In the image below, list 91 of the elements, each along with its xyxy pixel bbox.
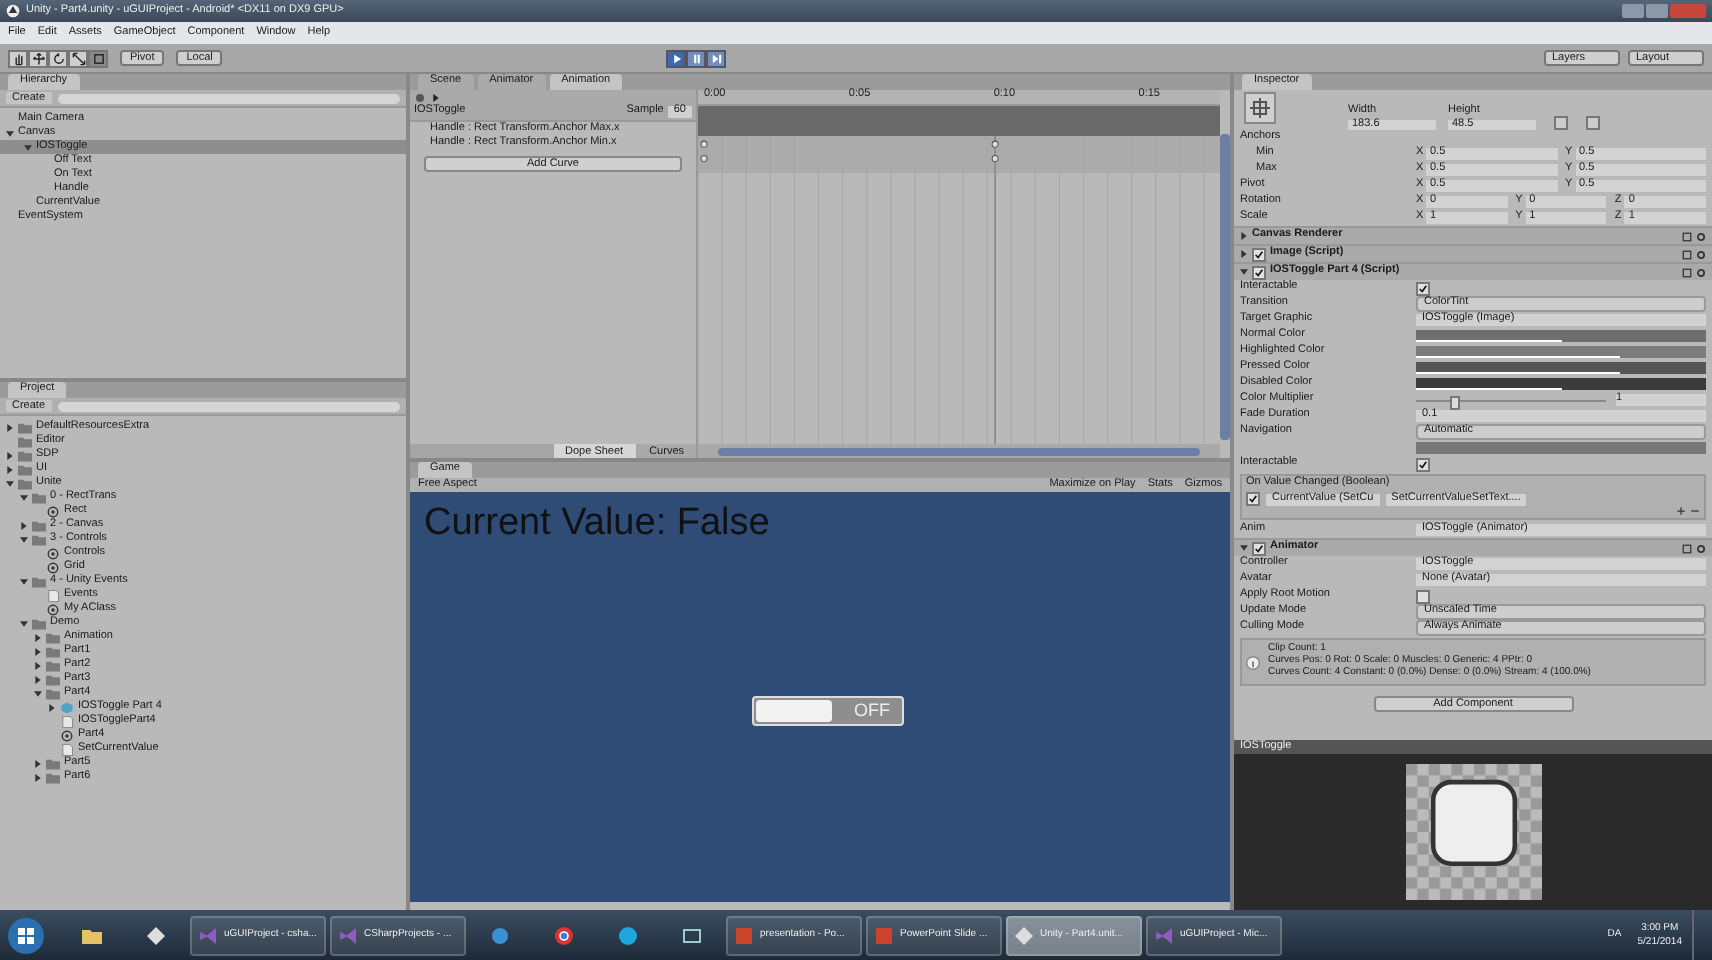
blueprint-button[interactable] [1554, 116, 1568, 130]
checkbox[interactable] [1416, 281, 1430, 295]
app-icon [874, 925, 894, 945]
app-icon [1154, 925, 1174, 945]
current-value-text: Current Value: False [422, 500, 772, 542]
app-icon [146, 925, 166, 945]
minus-icon[interactable] [1690, 506, 1700, 516]
scale-icon [71, 51, 85, 65]
document-icon [60, 715, 74, 727]
disclosure-triangle-icon[interactable] [6, 465, 14, 473]
hand-tool-button[interactable] [8, 49, 28, 67]
disclosure-triangle-icon[interactable] [20, 493, 28, 501]
info-icon [1246, 655, 1260, 669]
disclosure-triangle-icon[interactable] [6, 451, 14, 459]
cube-icon [60, 701, 74, 713]
checkbox[interactable] [1416, 589, 1430, 603]
color-swatch[interactable] [1416, 330, 1706, 342]
disclosure-triangle-icon[interactable] [1240, 268, 1248, 276]
play-button[interactable] [666, 49, 687, 67]
vertical-scrollbar[interactable] [1220, 134, 1230, 440]
component-checkbox[interactable] [1252, 247, 1266, 261]
color-swatch[interactable] [1416, 378, 1706, 390]
search-field[interactable] [57, 93, 400, 103]
move-icon [31, 51, 45, 65]
anchor-preset-icon[interactable] [1244, 92, 1276, 124]
disclosure-triangle-icon[interactable] [34, 675, 42, 683]
disclosure-triangle-icon[interactable] [34, 689, 42, 697]
play-icon [669, 51, 684, 65]
start-button[interactable] [6, 915, 46, 955]
rotate-icon [51, 51, 65, 65]
scale-tool-button[interactable] [68, 49, 88, 67]
pause-icon [689, 51, 704, 65]
rect-tool-button[interactable] [88, 49, 108, 67]
checkbox[interactable] [1246, 492, 1260, 506]
checkmark-icon [1418, 283, 1428, 293]
search-field[interactable] [57, 401, 400, 411]
rotate-tool-button[interactable] [48, 49, 68, 67]
raw-edit-button[interactable] [1586, 116, 1600, 130]
record-icon[interactable] [416, 93, 424, 101]
scene-icon [46, 603, 60, 615]
folder-icon [82, 925, 102, 945]
hand-icon [11, 51, 25, 65]
disclosure-triangle-icon[interactable] [6, 423, 14, 431]
step-button[interactable] [706, 49, 727, 67]
app-icon [198, 925, 218, 945]
scene-icon [60, 729, 74, 741]
checkmark-icon [1418, 459, 1428, 469]
app-icon [734, 925, 754, 945]
component-checkbox[interactable] [1252, 541, 1266, 555]
disclosure-triangle-icon[interactable] [1240, 544, 1248, 552]
move-tool-button[interactable] [28, 49, 48, 67]
app-icon [338, 925, 358, 945]
checkbox[interactable] [1416, 457, 1430, 471]
app-icon [490, 925, 510, 945]
disclosure-triangle-icon[interactable] [6, 479, 14, 487]
disclosure-triangle-icon[interactable] [20, 535, 28, 543]
checkmark-icon [1248, 494, 1258, 504]
disclosure-triangle-icon[interactable] [34, 661, 42, 669]
color-swatch[interactable] [1416, 362, 1706, 374]
toggle-sprite-preview [1405, 764, 1541, 900]
disclosure-triangle-icon[interactable] [1240, 250, 1248, 258]
disclosure-triangle-icon[interactable] [24, 143, 32, 151]
document-icon [60, 743, 74, 755]
disclosure-triangle-icon[interactable] [6, 129, 14, 137]
color-swatch[interactable] [1416, 346, 1706, 358]
scene-icon [46, 505, 60, 517]
disclosure-triangle-icon[interactable] [20, 521, 28, 529]
app-icon [554, 925, 574, 945]
disclosure-triangle-icon[interactable] [34, 633, 42, 641]
disclosure-triangle-icon[interactable] [1240, 232, 1248, 240]
monitor-icon [682, 925, 702, 945]
settings-icon[interactable] [1696, 543, 1706, 553]
disclosure-triangle-icon[interactable] [48, 703, 56, 711]
component-checkbox[interactable] [1252, 265, 1266, 279]
unity-logo-icon [6, 4, 20, 18]
checkmark-icon [1254, 543, 1264, 553]
folder-icon [32, 575, 46, 587]
step-icon [709, 51, 724, 65]
rect-icon [91, 51, 105, 65]
app-icon [618, 925, 638, 945]
disclosure-triangle-icon[interactable] [20, 619, 28, 627]
pause-button[interactable] [686, 49, 707, 67]
slider-handle[interactable] [1450, 395, 1460, 409]
disclosure-triangle-icon[interactable] [34, 773, 42, 781]
app-icon [1014, 925, 1034, 945]
disclosure-triangle-icon[interactable] [34, 647, 42, 655]
plus-icon[interactable] [1676, 506, 1686, 516]
horizontal-scrollbar[interactable] [698, 444, 1220, 458]
document-icon [46, 589, 60, 601]
disclosure-triangle-icon[interactable] [20, 577, 28, 585]
disclosure-triangle-icon[interactable] [34, 759, 42, 767]
